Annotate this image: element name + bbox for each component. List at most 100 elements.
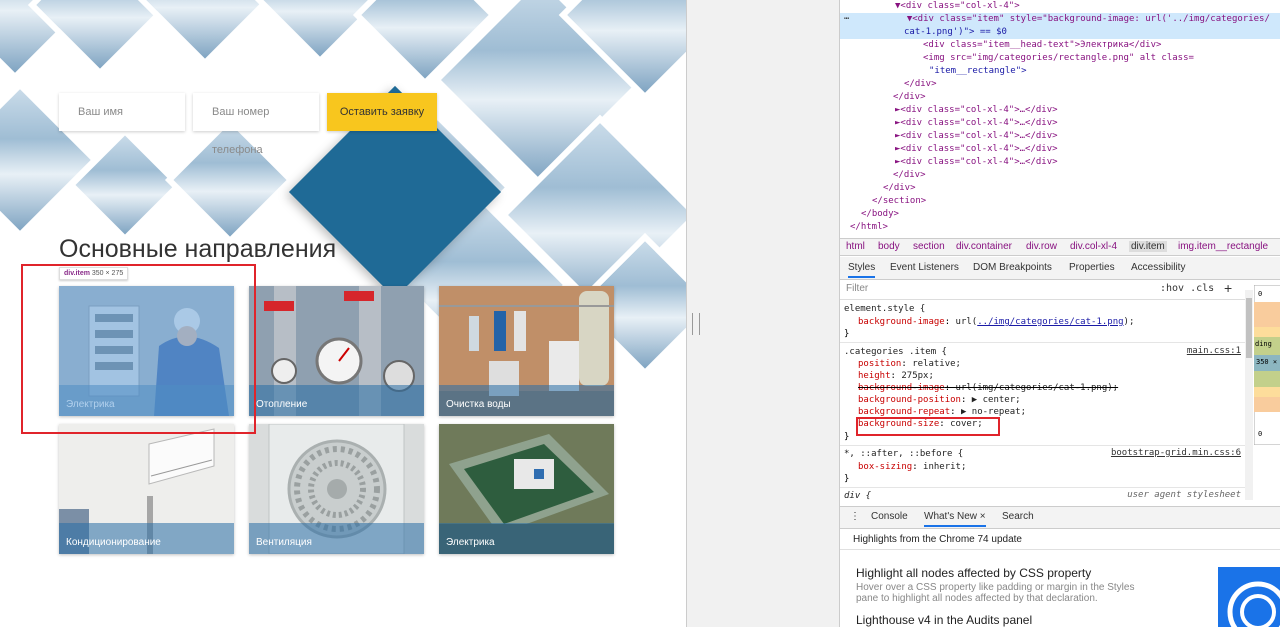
rule-declaration-overridden[interactable]: background-image: url(img/categories/cat… bbox=[858, 382, 1118, 394]
category-tile-ventilation[interactable]: Вентиляция bbox=[249, 424, 424, 554]
dom-tree-line[interactable]: </html> bbox=[850, 221, 888, 234]
tab-dom-breakpoints[interactable]: DOM Breakpoints bbox=[973, 262, 1052, 273]
box-model-pane: 0 ding 350 × 0 bbox=[1253, 284, 1280, 446]
filter-input[interactable]: Filter bbox=[846, 283, 868, 294]
box-model-size: 350 × bbox=[1256, 358, 1278, 366]
rule-divider bbox=[840, 342, 1245, 343]
phone-input[interactable]: Ваш номер телефона bbox=[193, 93, 319, 156]
styles-filter-row: Filter :hov .cls + bbox=[840, 280, 1245, 300]
new-rule-button[interactable]: + bbox=[1224, 280, 1232, 296]
section-title: Основные направления bbox=[59, 235, 337, 263]
dom-text: </body> bbox=[861, 209, 899, 219]
resize-handle[interactable] bbox=[692, 313, 700, 335]
tab-event-listeners[interactable]: Event Listeners bbox=[890, 262, 959, 273]
breadcrumb-item[interactable]: div.container bbox=[956, 241, 1012, 252]
dom-tree-line[interactable]: ►<div class="col-xl-4">…</div> bbox=[895, 130, 1058, 143]
dom-tree-line[interactable]: <img src="img/categories/rectangle.png" … bbox=[923, 52, 1194, 65]
decor-diamond bbox=[263, 0, 377, 57]
dom-tree-line[interactable]: </div> bbox=[893, 169, 926, 182]
rule-divider bbox=[840, 487, 1245, 488]
breadcrumb-item[interactable]: body bbox=[878, 241, 900, 252]
tab-search[interactable]: Search bbox=[1002, 511, 1034, 522]
dom-text: <img src="img/categories/rectangle.png" … bbox=[923, 53, 1194, 63]
scrollbar-thumb[interactable] bbox=[1246, 298, 1252, 358]
rule-selector: element.style { bbox=[844, 304, 926, 314]
dom-tree-line[interactable]: cat-1.png')"> == $0 bbox=[904, 26, 1007, 39]
tab-accessibility[interactable]: Accessibility bbox=[1131, 262, 1185, 273]
category-tile-heating[interactable]: Отопление bbox=[249, 286, 424, 416]
rule-source-link[interactable]: bootstrap-grid.min.css:6 bbox=[1111, 448, 1241, 458]
name-input[interactable]: Ваш имя bbox=[59, 93, 185, 131]
styles-tabs: Styles Event Listeners DOM Breakpoints P… bbox=[840, 257, 1280, 280]
dom-tree-line[interactable]: ►<div class="col-xl-4">…</div> bbox=[895, 104, 1058, 117]
panel-gutter bbox=[686, 0, 840, 627]
tab-properties[interactable]: Properties bbox=[1069, 262, 1115, 273]
dom-text: cat-1.png')"> == $0 bbox=[904, 27, 1007, 37]
dom-tree-line[interactable]: ►<div class="col-xl-4">…</div> bbox=[895, 143, 1058, 156]
devtools-panel: ▼<div class="col-xl-4"> ⋯ ▼<div class="i… bbox=[839, 0, 1280, 627]
submit-request-button[interactable]: Оставить заявку bbox=[327, 93, 437, 131]
dom-tree-line[interactable]: ▼<div class="col-xl-4"> bbox=[895, 0, 1020, 13]
breadcrumb-item[interactable]: html bbox=[846, 241, 865, 252]
dom-text: </html> bbox=[850, 222, 888, 232]
tile-label: Кондиционирование bbox=[66, 537, 161, 548]
decor-diamond bbox=[75, 135, 175, 235]
whats-new-header: Highlights from the Chrome 74 update bbox=[853, 534, 1022, 545]
rule-close: } bbox=[844, 432, 850, 442]
hov-cls-toggle[interactable]: :hov .cls bbox=[1160, 283, 1214, 294]
dom-text: </div> bbox=[893, 92, 926, 102]
whats-new-item-title[interactable]: Highlight all nodes affected by CSS prop… bbox=[856, 566, 1091, 580]
dom-tree-line[interactable]: ►<div class="col-xl-4">…</div> bbox=[895, 156, 1058, 169]
rule-selector: *, ::after, ::before { bbox=[844, 449, 964, 459]
category-tile-air-conditioning[interactable]: Кондиционирование bbox=[59, 424, 234, 554]
tab-console[interactable]: Console bbox=[871, 511, 908, 522]
dom-text: ►<div class="col-xl-4">…</div> bbox=[895, 157, 1058, 167]
dom-text: </div> bbox=[883, 183, 916, 193]
tile-label: Очистка воды bbox=[446, 399, 511, 410]
box-model-value: 0 bbox=[1258, 430, 1263, 438]
breadcrumb-item[interactable]: div.row bbox=[1026, 241, 1057, 252]
rule-declaration[interactable]: position: relative; bbox=[858, 358, 961, 370]
dom-tree-line[interactable]: </body> bbox=[861, 208, 899, 221]
dom-tree-line[interactable]: "item__rectangle"> bbox=[929, 65, 1027, 78]
category-tile-electrical-2[interactable]: Электрика bbox=[439, 424, 614, 554]
dom-text: ►<div class="col-xl-4">…</div> bbox=[895, 144, 1058, 154]
dom-tree-line[interactable]: ►<div class="col-xl-4">…</div> bbox=[895, 117, 1058, 130]
box-model-label: ding bbox=[1255, 340, 1272, 348]
whats-new-item-title[interactable]: Lighthouse v4 in the Audits panel bbox=[856, 613, 1032, 627]
rule-declaration[interactable]: height: 275px; bbox=[858, 370, 934, 382]
breadcrumb-item-active[interactable]: div.item bbox=[1129, 241, 1167, 252]
dom-tree-line[interactable]: </section> bbox=[872, 195, 926, 208]
rule-declaration[interactable]: background-position: ▶ center; bbox=[858, 394, 1021, 406]
dom-tree-line[interactable]: </div> bbox=[883, 182, 916, 195]
dom-tree-line[interactable]: <div class="item__head-text">Электрика</… bbox=[923, 39, 1161, 52]
breadcrumb-item[interactable]: div.col-xl-4 bbox=[1070, 241, 1117, 252]
dom-text: </section> bbox=[872, 196, 927, 206]
styles-scrollbar[interactable] bbox=[1245, 290, 1253, 500]
dom-tree-line[interactable]: </div> bbox=[893, 91, 926, 104]
rule-source-link[interactable]: main.css:1 bbox=[1187, 346, 1241, 356]
annotation-red-box bbox=[21, 264, 256, 434]
breadcrumb-item[interactable]: section bbox=[913, 241, 945, 252]
category-tile-water-purification[interactable]: Очистка воды bbox=[439, 286, 614, 416]
dom-text: ▼<div class="item" style="background-ima… bbox=[906, 14, 1270, 24]
dom-gutter-dots: ⋯ bbox=[844, 14, 855, 24]
rule-declaration[interactable]: background-image: url(../img/categories/… bbox=[858, 316, 1134, 328]
tab-whats-new[interactable]: What's New × bbox=[924, 511, 986, 527]
drawer-menu-icon[interactable]: ⋮ bbox=[850, 511, 860, 522]
box-model-value: 0 bbox=[1258, 290, 1263, 298]
dom-tree-line-selected[interactable]: ⋯ ▼<div class="item" style="background-i… bbox=[844, 13, 1270, 26]
decor-diamond bbox=[36, 0, 164, 69]
tab-styles[interactable]: Styles bbox=[848, 262, 876, 278]
rule-close: } bbox=[844, 329, 850, 339]
rule-selector: div { bbox=[844, 491, 872, 501]
whats-new-item-body: pane to highlight all nodes affected by … bbox=[856, 593, 1098, 604]
tile-label: Вентиляция bbox=[256, 537, 312, 548]
annotation-red-box bbox=[856, 417, 1000, 436]
dom-text: </div> bbox=[893, 170, 926, 180]
rule-selector: .categories .item { bbox=[844, 347, 947, 357]
rule-close: } bbox=[844, 474, 850, 484]
rule-declaration[interactable]: box-sizing: inherit; bbox=[858, 461, 966, 473]
breadcrumb-item[interactable]: img.item__rectangle bbox=[1178, 241, 1268, 252]
dom-tree-line[interactable]: </div> bbox=[904, 78, 937, 91]
